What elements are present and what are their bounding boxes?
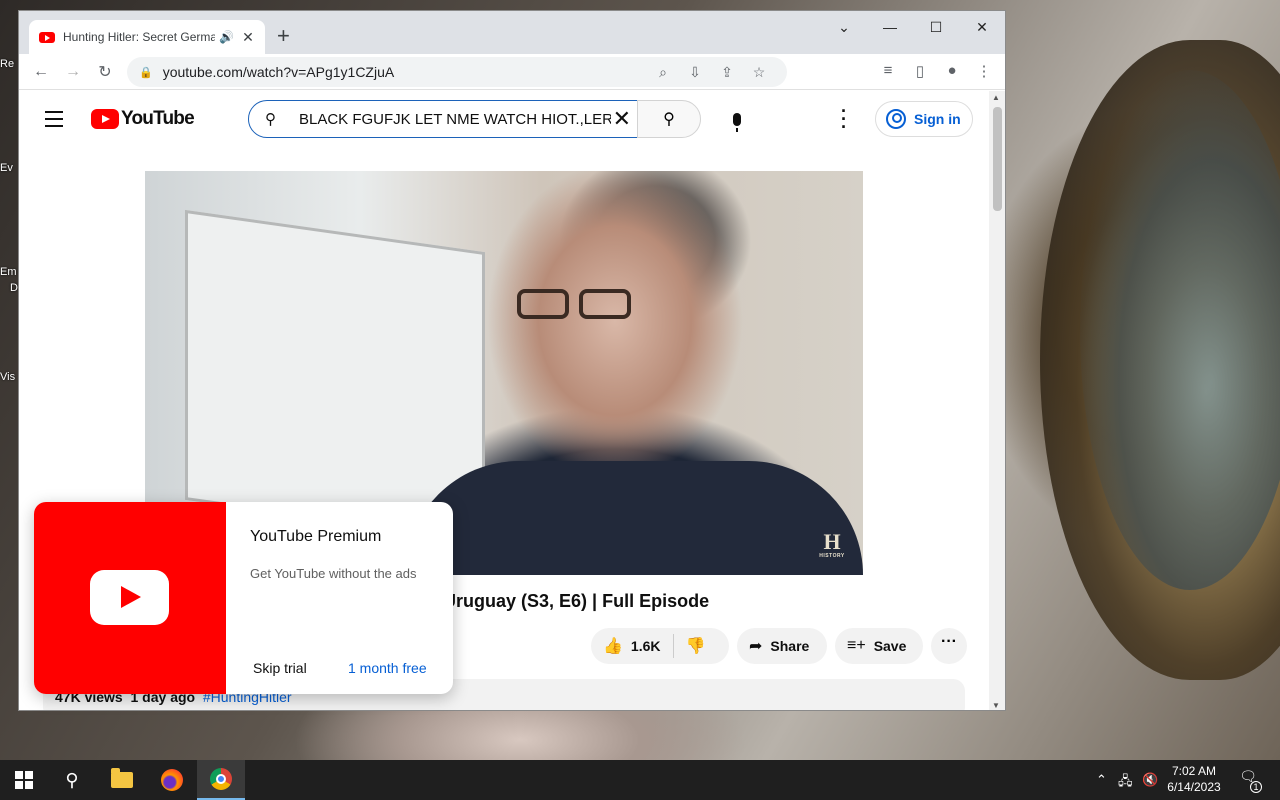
close-window-button[interactable]: ✕ — [959, 19, 1005, 36]
dislike-icon[interactable]: 👎 — [686, 636, 706, 656]
tab-search-icon[interactable]: ⌄ — [821, 19, 867, 36]
search-icon: ⚲ — [663, 111, 675, 128]
chrome-button[interactable] — [197, 760, 245, 800]
firefox-button[interactable] — [148, 760, 196, 800]
desktop-icon-label[interactable]: Re — [0, 58, 18, 70]
tray-chevron-icon[interactable]: ⌃ — [1096, 772, 1107, 788]
channel-watermark: H HISTORY — [819, 529, 845, 559]
network-icon[interactable]: 🖧 — [1118, 772, 1133, 794]
premium-promo-popup: YouTube Premium Get YouTube without the … — [34, 502, 453, 694]
voice-search-button[interactable] — [717, 100, 757, 138]
sign-in-label: Sign in — [914, 111, 961, 127]
media-control-icon[interactable]: ≡ — [873, 62, 903, 79]
guide-menu-icon[interactable] — [45, 111, 63, 132]
more-actions-icon[interactable]: ··· — [931, 628, 967, 664]
share-page-icon[interactable]: ⇪ — [711, 57, 743, 87]
close-tab-icon[interactable]: ✕ — [241, 29, 255, 46]
premium-banner — [34, 502, 226, 694]
profile-icon[interactable]: ● — [937, 62, 967, 79]
search-lens-icon[interactable]: ⌕ — [647, 57, 679, 87]
windows-icon — [15, 771, 33, 789]
browser-tab[interactable]: Hunting Hitler: Secret Germa 🔊 ✕ — [29, 20, 265, 54]
forward-button[interactable]: → — [57, 63, 89, 81]
like-icon[interactable]: 👍 — [603, 636, 623, 656]
address-url[interactable]: youtube.com/watch?v=APg1y1CZjuA — [163, 64, 395, 80]
search-button[interactable]: ⚲ — [637, 100, 701, 138]
premium-subtitle: Get YouTube without the ads — [250, 566, 417, 581]
tab-strip: Hunting Hitler: Secret Germa 🔊 ✕ + ⌄ — ☐… — [19, 11, 1005, 54]
scroll-down-icon[interactable]: ▼ — [992, 701, 1000, 710]
file-explorer-button[interactable] — [98, 760, 146, 800]
bookmark-star-icon[interactable]: ☆ — [743, 57, 775, 87]
address-bar[interactable]: 🔒 youtube.com/watch?v=APg1y1CZjuA ⌕ ⇩ ⇪ … — [127, 57, 787, 87]
youtube-masthead: YouTube ⚲ BLACK FGUFJK LET NME WATCH HIO… — [19, 91, 991, 147]
notification-count: 1 — [1250, 781, 1262, 793]
youtube-logo[interactable]: YouTube — [91, 108, 195, 130]
search-icon: ⚲ — [65, 769, 79, 790]
taskbar: ⚲ ⌃ 🖧 🔇 7:02 AM 6/14/2023 🗨 1 — [0, 760, 1280, 800]
free-trial-button[interactable]: 1 month free — [348, 660, 427, 676]
sign-in-button[interactable]: Sign in — [875, 101, 973, 137]
volume-muted-icon[interactable]: 🔇 — [1142, 772, 1158, 788]
like-count[interactable]: 1.6K — [631, 638, 661, 654]
firefox-icon — [161, 769, 183, 791]
folder-icon — [111, 768, 133, 788]
account-circle-icon — [886, 109, 906, 129]
video-frame-detail — [517, 289, 637, 323]
video-frame-subject — [405, 461, 863, 575]
skip-trial-button[interactable]: Skip trial — [253, 660, 307, 676]
page-scrollbar[interactable]: ▲ ▼ — [989, 91, 1005, 710]
browser-menu-icon[interactable]: ⋮ — [969, 62, 999, 80]
notification-center-button[interactable]: 🗨 1 — [1236, 768, 1262, 793]
speaker-icon[interactable]: 🔊 — [219, 30, 234, 44]
save-button[interactable]: ≡+ Save — [835, 628, 923, 664]
save-label: Save — [873, 638, 907, 654]
tab-title: Hunting Hitler: Secret Germa — [63, 30, 215, 44]
microphone-icon — [733, 112, 741, 132]
search-taskbar-button[interactable]: ⚲ — [48, 760, 96, 800]
chrome-icon — [210, 768, 232, 790]
back-button[interactable]: ← — [25, 63, 57, 81]
clear-search-icon[interactable]: ✕ — [613, 106, 631, 132]
scrollbar-thumb[interactable] — [993, 107, 1002, 211]
settings-menu-icon[interactable]: · · · — [841, 102, 847, 136]
youtube-logo-text: YouTube — [121, 108, 195, 129]
youtube-play-icon — [90, 570, 169, 625]
install-app-icon[interactable]: ⇩ — [679, 57, 711, 87]
side-panel-icon[interactable]: ▯ — [905, 62, 935, 80]
share-label: Share — [770, 638, 810, 654]
start-button[interactable] — [0, 760, 48, 800]
system-clock[interactable]: 7:02 AM 6/14/2023 — [1164, 763, 1224, 795]
maximize-button[interactable]: ☐ — [913, 19, 959, 36]
playlist-add-icon: ≡+ — [847, 637, 866, 654]
search-input[interactable]: BLACK FGUFJK LET NME WATCH HIOT.,LER — [299, 111, 611, 128]
desktop-icon-label[interactable]: Em — [0, 266, 18, 278]
clock-time: 7:02 AM — [1171, 764, 1217, 778]
share-button[interactable]: ➦ Share — [737, 628, 827, 664]
desktop-icon-label[interactable]: Vis — [0, 371, 18, 383]
clock-date: 6/14/2023 — [1167, 780, 1221, 794]
reload-button[interactable]: ↻ — [89, 62, 121, 82]
search-box[interactable]: ⚲ BLACK FGUFJK LET NME WATCH HIOT.,LER ✕ — [248, 100, 638, 138]
minimize-button[interactable]: — — [867, 19, 913, 35]
new-tab-button[interactable]: + — [277, 25, 290, 47]
share-icon: ➦ — [749, 638, 763, 655]
like-dislike-group: 👍 1.6K 👎 — [591, 628, 729, 664]
browser-toolbar: ← → ↻ 🔒 youtube.com/watch?v=APg1y1CZjuA … — [19, 54, 1005, 90]
desktop-icon-label[interactable]: Ev — [0, 162, 18, 174]
premium-title: YouTube Premium — [250, 528, 382, 545]
youtube-play-icon — [91, 109, 119, 129]
scroll-up-icon[interactable]: ▲ — [992, 93, 1000, 102]
youtube-favicon-icon — [39, 31, 55, 43]
search-icon: ⚲ — [265, 111, 276, 128]
lock-icon[interactable]: 🔒 — [139, 66, 153, 79]
